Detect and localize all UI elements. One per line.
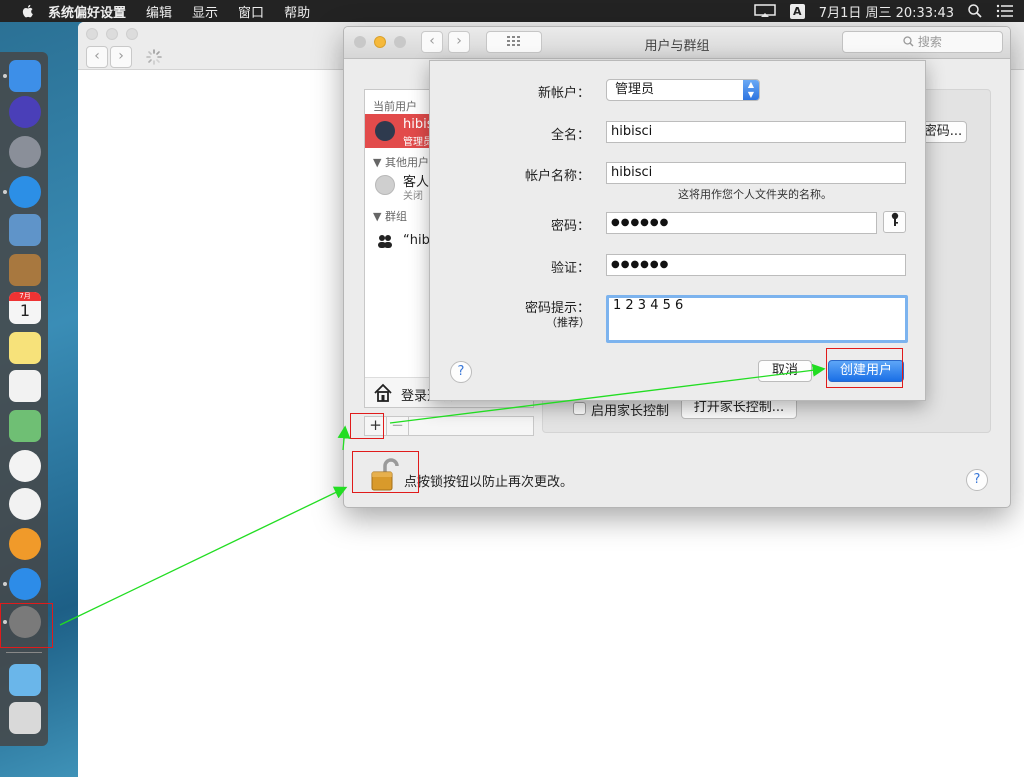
calendar-icon[interactable]: 7月 1	[9, 292, 41, 324]
guest-avatar-icon	[375, 175, 395, 195]
window-titlebar: ‹ › 用户与群组 搜索	[344, 27, 1010, 59]
spotlight-search-icon[interactable]	[968, 4, 982, 18]
help-button[interactable]: ?	[450, 361, 472, 383]
parental-controls-checkbox[interactable]	[573, 402, 586, 415]
photos-icon[interactable]	[9, 450, 41, 482]
downloads-folder-icon[interactable]	[9, 664, 41, 696]
running-indicator	[3, 190, 7, 194]
annotation-box-system-preferences	[0, 603, 53, 648]
password-label: 密码：	[550, 219, 590, 234]
running-indicator	[3, 74, 7, 78]
trash-icon[interactable]	[9, 702, 41, 734]
minimize-button[interactable]	[106, 28, 118, 40]
dock-separator	[6, 652, 42, 653]
launchpad-icon[interactable]	[9, 136, 41, 168]
contacts-icon[interactable]	[9, 254, 41, 286]
account-name-hint: 这将用作您个人文件夹的名称。	[678, 188, 832, 201]
mail-icon[interactable]	[9, 214, 41, 246]
verify-password-field[interactable]: ●●●●●●	[606, 254, 906, 276]
menu-edit[interactable]: 编辑	[146, 2, 172, 21]
password-hint-field[interactable]: 1 2 3 4 5 6	[606, 295, 908, 343]
new-account-label: 新帐户：	[537, 86, 590, 101]
add-remove-bar: + −	[364, 416, 534, 436]
notes-icon[interactable]	[9, 332, 41, 364]
groups-header[interactable]: ▼ 群组	[373, 208, 407, 224]
house-icon	[374, 383, 392, 402]
full-name-label: 全名：	[550, 128, 590, 143]
account-name-field[interactable]: hibisci	[606, 162, 906, 184]
ibooks-icon[interactable]	[9, 528, 41, 560]
input-source-indicator[interactable]: A	[789, 3, 805, 19]
airplay-display-icon[interactable]	[754, 4, 776, 18]
menu-view[interactable]: 显示	[192, 2, 218, 21]
search-placeholder: 搜索	[917, 35, 942, 49]
annotation-box-create-user	[826, 348, 903, 388]
guest-user-status: 关闭	[403, 191, 423, 202]
disclosure-triangle-icon: ▼	[373, 210, 385, 223]
updown-chevron-icon: ▲ ▼	[743, 80, 759, 100]
menu-system-preferences[interactable]: 系统偏好设置	[48, 2, 126, 21]
password-field[interactable]: ●●●●●●	[606, 212, 877, 234]
reminders-icon[interactable]	[9, 370, 41, 402]
safari-icon[interactable]	[9, 176, 41, 208]
group-icon	[378, 235, 392, 248]
current-user-header: 当前用户	[373, 100, 417, 113]
password-assistant-button[interactable]	[883, 211, 906, 233]
account-type-value: 管理员	[615, 82, 655, 97]
annotation-box-add-user	[350, 413, 384, 439]
account-type-select[interactable]: 管理员 ▲ ▼	[606, 79, 760, 101]
notification-center-icon[interactable]	[996, 4, 1014, 18]
siri-icon[interactable]	[9, 96, 41, 128]
calendar-day: 1	[19, 301, 31, 320]
calendar-month: 7月	[9, 292, 41, 301]
finder-icon[interactable]	[9, 60, 41, 92]
key-icon	[891, 212, 898, 226]
forward-button[interactable]: ›	[110, 46, 132, 68]
apple-logo-icon[interactable]	[20, 3, 36, 19]
annotation-box-lock	[352, 451, 419, 493]
full-name-field[interactable]: hibisci	[606, 121, 906, 143]
menu-help[interactable]: 帮助	[284, 2, 310, 21]
cancel-button[interactable]: 取消	[758, 360, 812, 382]
penguin-avatar-icon	[375, 121, 395, 141]
groups-label: 群组	[384, 210, 407, 223]
account-name-label: 帐户名称：	[524, 169, 590, 184]
help-button[interactable]: ?	[966, 469, 988, 491]
clock[interactable]: 7月1日 周三 20:33:43	[819, 2, 954, 21]
running-indicator	[3, 582, 7, 586]
loading-spinner-icon	[146, 49, 162, 65]
search-icon	[903, 36, 914, 47]
maps-icon[interactable]	[9, 410, 41, 442]
itunes-icon[interactable]	[9, 488, 41, 520]
close-button[interactable]	[86, 28, 98, 40]
menu-bar: 系统偏好设置 编辑 显示 窗口 帮助 A 7月1日 周三 20:33:43	[0, 0, 1024, 22]
app-store-icon[interactable]	[9, 568, 41, 600]
remove-user-button[interactable]: −	[387, 417, 409, 435]
zoom-button[interactable]	[126, 28, 138, 40]
menu-window[interactable]: 窗口	[238, 2, 264, 21]
lock-message: 点按锁按钮以防止再次更改。	[404, 475, 574, 490]
back-button[interactable]: ‹	[86, 46, 108, 68]
verify-label: 验证：	[550, 261, 590, 276]
search-input[interactable]: 搜索	[842, 31, 1003, 53]
menu-extras: A 7月1日 周三 20:33:43	[754, 0, 1014, 22]
password-hint-recommended: （推荐）	[546, 316, 590, 329]
parental-controls-label: 启用家长控制	[591, 404, 670, 419]
